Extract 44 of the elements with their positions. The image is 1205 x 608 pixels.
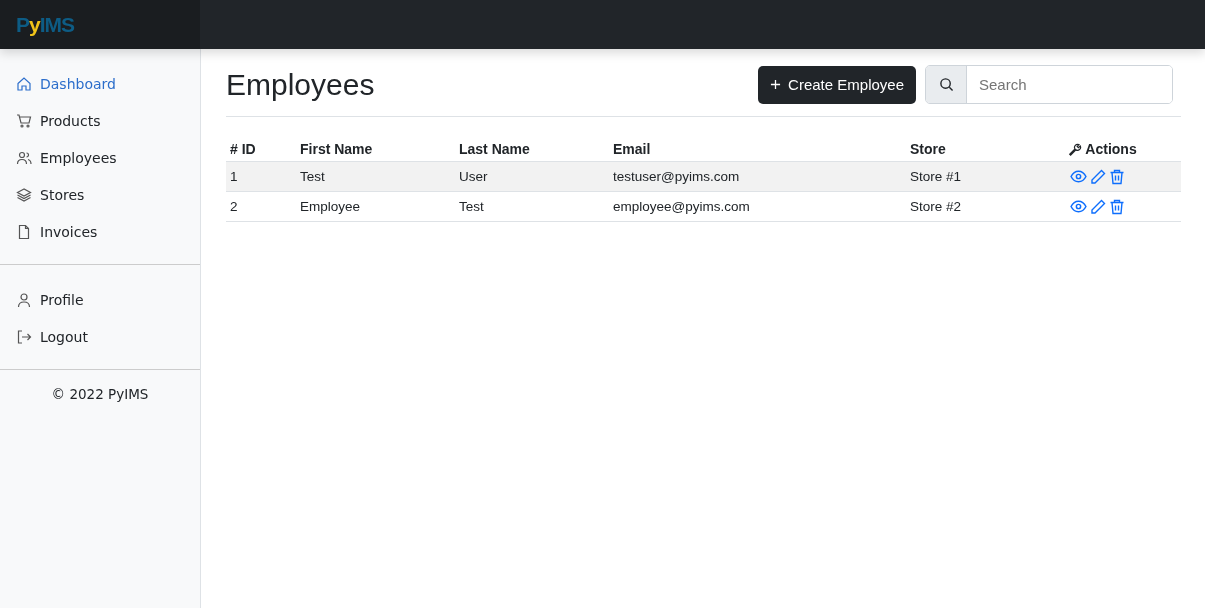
page-title: Employees <box>226 67 375 102</box>
view-eye-icon[interactable] <box>1070 168 1087 185</box>
logo[interactable]: PyIMS <box>0 0 200 49</box>
wrench-icon <box>1068 142 1082 156</box>
create-employee-button[interactable]: Create Employee <box>758 65 916 104</box>
person-icon <box>16 291 32 308</box>
logout-icon <box>16 328 32 345</box>
copyright-text: © 2022 PyIMS <box>50 386 150 402</box>
table-cell: User <box>455 161 609 192</box>
table-cell: Employee <box>296 191 455 222</box>
search-field[interactable]: Search <box>925 65 1173 104</box>
layers-icon <box>16 186 32 203</box>
table-cell: employee@pyims.com <box>609 191 906 222</box>
delete-trash-icon[interactable] <box>1109 168 1125 185</box>
sidebar-item[interactable]: Invoices <box>0 213 200 250</box>
sidebar-item[interactable]: Employees <box>0 139 200 176</box>
sidebar-item[interactable]: Profile <box>0 281 200 318</box>
sidebar-item[interactable]: Products <box>0 102 200 139</box>
home-icon <box>16 75 32 92</box>
column-header: Email <box>609 138 906 162</box>
edit-pencil-icon[interactable] <box>1090 168 1106 185</box>
edit-pencil-icon[interactable] <box>1090 198 1106 215</box>
plus-icon <box>770 79 782 90</box>
table-cell: Store #1 <box>906 161 1064 192</box>
column-header: First Name <box>296 138 455 162</box>
file-icon <box>16 223 32 240</box>
table-cell: Test <box>455 191 609 222</box>
column-header: Last Name <box>455 138 609 162</box>
search-icon <box>938 77 954 92</box>
delete-trash-icon[interactable] <box>1109 198 1125 215</box>
table-cell: 2 <box>226 191 296 222</box>
view-eye-icon[interactable] <box>1070 198 1087 215</box>
column-header: Store <box>906 138 1064 162</box>
table-cell: 1 <box>226 161 296 192</box>
sidebar-item[interactable]: Stores <box>0 176 200 213</box>
table-cell: testuser@pyims.com <box>609 161 906 192</box>
table-cell: Store #2 <box>906 191 1064 222</box>
column-header: Actions <box>1064 138 1181 162</box>
people-icon <box>16 149 32 166</box>
table-cell: Test <box>296 161 455 192</box>
cart-icon <box>16 112 32 129</box>
column-header: # ID <box>226 138 296 162</box>
sidebar-item[interactable]: Logout <box>0 318 200 355</box>
sidebar-item[interactable]: Dashboard <box>0 65 200 102</box>
